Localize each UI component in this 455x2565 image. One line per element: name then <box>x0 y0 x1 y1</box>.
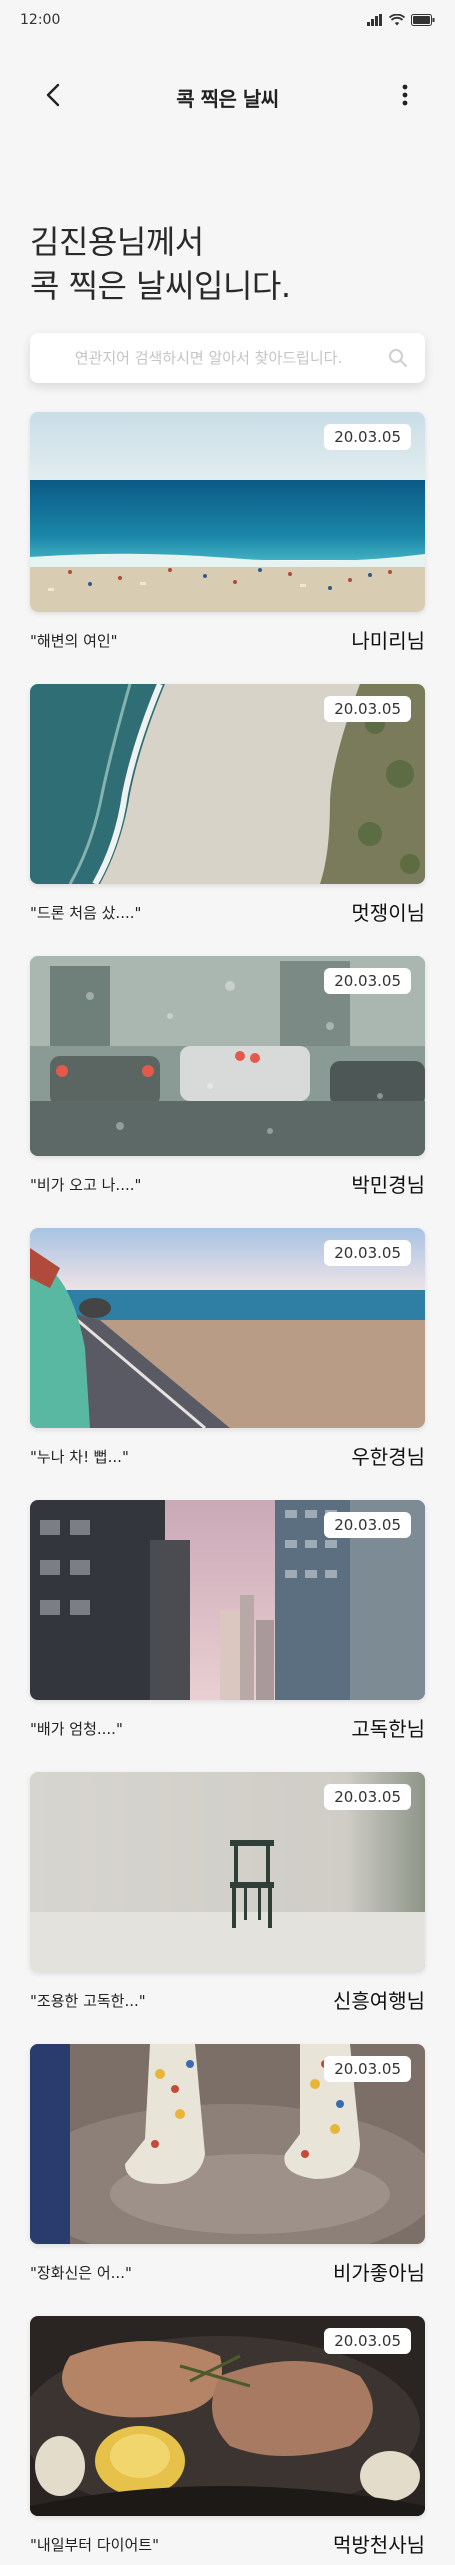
page-title: 콕 찍은 날씨 <box>176 87 279 111</box>
post-photo-city[interactable]: 20.03.05 <box>30 1500 425 1700</box>
post-caption: "장화신은 어..." <box>30 2264 132 2282</box>
date-badge: 20.03.05 <box>324 2328 411 2354</box>
date-badge: 20.03.05 <box>324 1512 411 1538</box>
signal-icon <box>367 14 382 26</box>
post-card: 20.03.05 "배가 엄청...." 고독한님 <box>30 1500 425 1742</box>
more-vertical-icon <box>402 84 408 106</box>
post-caption: "누나 차! 뻡..." <box>30 1448 129 1466</box>
post-card: 20.03.05 "내일부터 다이어트" 먹방천사님 <box>30 2316 425 2558</box>
search-bar <box>30 333 425 383</box>
date-badge: 20.03.05 <box>324 696 411 722</box>
date-badge: 20.03.05 <box>324 2056 411 2082</box>
post-photo-rain-boots[interactable]: 20.03.05 <box>30 2044 425 2244</box>
post-author[interactable]: 비가좋아님 <box>333 2257 425 2286</box>
post-photo-chair[interactable]: 20.03.05 <box>30 1772 425 1972</box>
post-caption: "내일부터 다이어트" <box>30 2536 159 2554</box>
more-menu-button[interactable] <box>395 80 415 110</box>
post-photo-beach[interactable]: 20.03.05 <box>30 412 425 612</box>
status-time: 12:00 <box>20 12 61 28</box>
battery-icon <box>411 14 435 26</box>
date-badge: 20.03.05 <box>324 1240 411 1266</box>
headline-line-1: 김진용님께서 <box>30 223 204 261</box>
date-badge: 20.03.05 <box>324 1784 411 1810</box>
post-photo-rainy-window[interactable]: 20.03.05 <box>30 956 425 1156</box>
date-badge: 20.03.05 <box>324 968 411 994</box>
post-caption: "조용한 고독한..." <box>30 1992 146 2010</box>
post-author[interactable]: 고독한님 <box>351 1713 425 1742</box>
post-author[interactable]: 우한경님 <box>351 1441 425 1470</box>
post-card: 20.03.05 "장화신은 어..." 비가좋아님 <box>30 2044 425 2286</box>
post-card: 20.03.05 "드론 처음 샀...." 멋쟁이님 <box>30 684 425 926</box>
post-caption: "해변의 여인" <box>30 632 118 650</box>
post-author[interactable]: 먹방천사님 <box>333 2529 425 2558</box>
search-input[interactable] <box>30 348 387 368</box>
post-card: 20.03.05 "해변의 여인" 나미리님 <box>30 412 425 654</box>
post-author[interactable]: 나미리님 <box>351 625 425 654</box>
status-bar: 12:00 <box>0 0 455 40</box>
date-badge: 20.03.05 <box>324 424 411 450</box>
search-icon[interactable] <box>387 347 409 369</box>
status-icons <box>367 14 435 26</box>
headline-line-2: 콕 찍은 날씨입니다. <box>30 267 291 305</box>
post-caption: "배가 엄청...." <box>30 1720 123 1738</box>
headline: 김진용님께서 콕 찍은 날씨입니다. <box>30 220 291 308</box>
post-card: 20.03.05 "누나 차! 뻡..." 우한경님 <box>30 1228 425 1470</box>
post-card: 20.03.05 "조용한 고독한..." 신흥여행님 <box>30 1772 425 2014</box>
nav-bar: 콕 찍은 날씨 <box>0 70 455 120</box>
post-caption: "비가 오고 나...." <box>30 1176 142 1194</box>
wifi-icon <box>389 14 405 26</box>
post-photo-car-coast[interactable]: 20.03.05 <box>30 1228 425 1428</box>
post-author[interactable]: 신흥여행님 <box>333 1985 425 2014</box>
post-author[interactable]: 멋쟁이님 <box>351 897 425 926</box>
post-author[interactable]: 박민경님 <box>351 1169 425 1198</box>
post-card: 20.03.05 "비가 오고 나...." 박민경님 <box>30 956 425 1198</box>
post-caption: "드론 처음 샀...." <box>30 904 142 922</box>
post-photo-aerial-coast[interactable]: 20.03.05 <box>30 684 425 884</box>
post-photo-food[interactable]: 20.03.05 <box>30 2316 425 2516</box>
